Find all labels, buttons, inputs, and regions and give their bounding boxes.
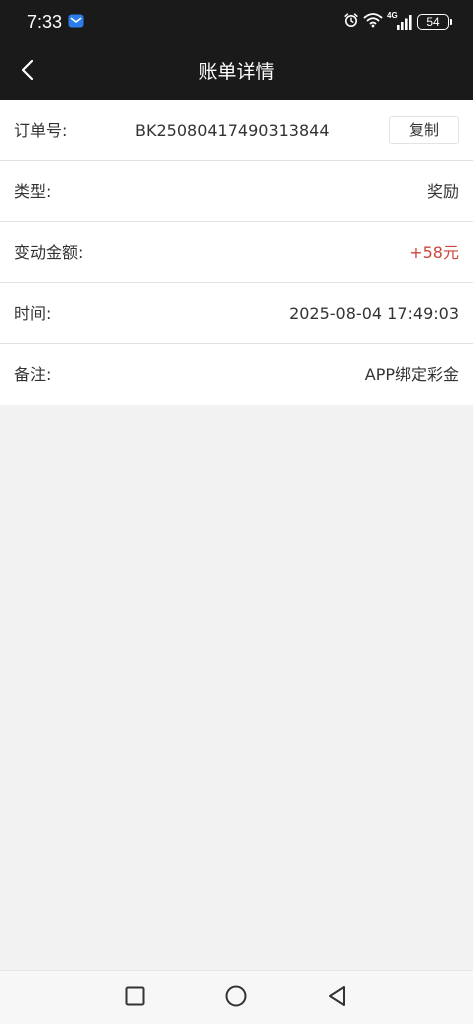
battery-icon: 54 — [417, 14, 452, 30]
mail-icon — [68, 13, 84, 29]
circle-icon — [224, 984, 248, 1012]
copy-button[interactable]: 复制 — [389, 116, 459, 144]
time-value: 2025-08-04 17:49:03 — [289, 304, 459, 323]
status-icons: 4G 54 — [343, 11, 452, 32]
battery-level: 54 — [426, 15, 440, 29]
status-bar: 7:33 4G 54 — [0, 0, 473, 44]
order-number-row: 订单号: BK25080417490313844 复制 — [0, 100, 473, 161]
type-label: 类型: — [14, 182, 52, 201]
remark-row: 备注: APP绑定彩金 — [0, 344, 473, 405]
amount-value: +58元 — [409, 243, 459, 262]
wifi-icon — [363, 12, 383, 32]
system-back-button[interactable] — [324, 985, 350, 1011]
square-icon — [124, 985, 146, 1011]
remark-value: APP绑定彩金 — [364, 365, 459, 384]
order-number-value: BK25080417490313844 — [135, 121, 330, 140]
home-button[interactable] — [223, 985, 249, 1011]
recent-apps-button[interactable] — [122, 985, 148, 1011]
time-label: 时间: — [14, 304, 52, 323]
type-row: 类型: 奖励 — [0, 161, 473, 222]
amount-label: 变动金额: — [14, 243, 84, 262]
type-value: 奖励 — [426, 182, 459, 201]
alarm-icon — [343, 12, 359, 32]
header-bar: 账单详情 — [0, 44, 473, 100]
time-row: 时间: 2025-08-04 17:49:03 — [0, 283, 473, 344]
order-number-label: 订单号: — [14, 121, 68, 140]
remark-label: 备注: — [14, 365, 52, 384]
status-time: 7:33 — [27, 12, 63, 32]
cellular-signal-icon: 4G — [387, 11, 413, 31]
bill-detail-list: 订单号: BK25080417490313844 复制 类型: 奖励 变动金额:… — [0, 100, 473, 405]
triangle-back-icon — [326, 984, 348, 1012]
amount-row: 变动金额: +58元 — [0, 222, 473, 283]
system-navigation-bar — [0, 970, 473, 1024]
page-title: 账单详情 — [198, 61, 275, 83]
